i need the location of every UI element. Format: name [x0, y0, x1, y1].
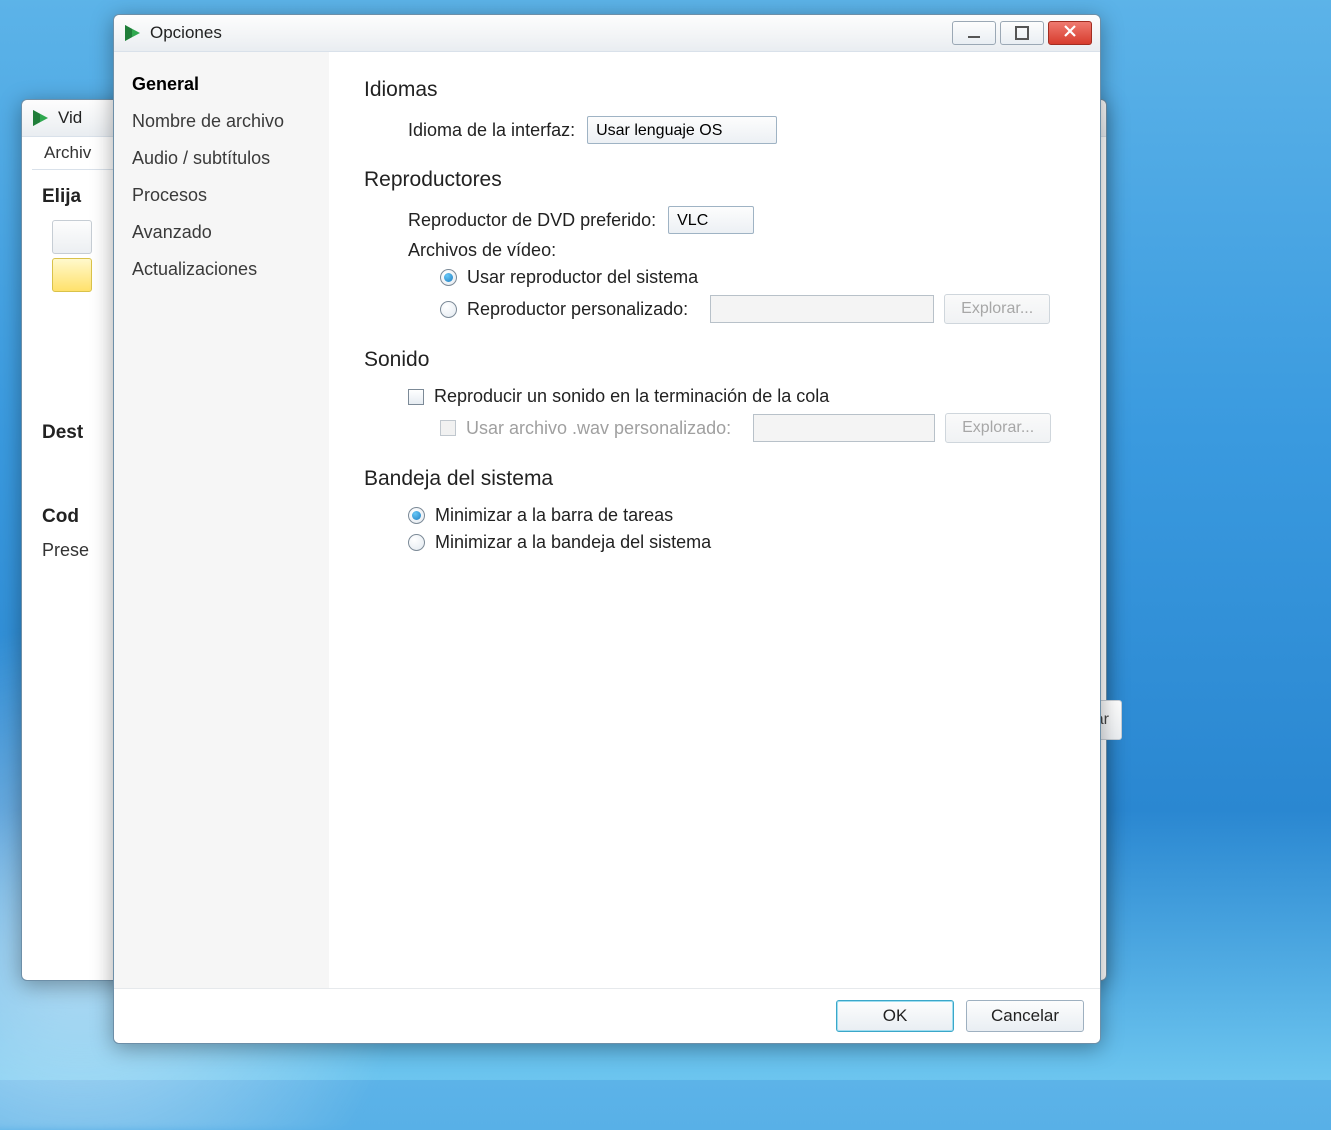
section-languages-title: Idiomas [364, 78, 1074, 102]
parent-button-2[interactable] [52, 258, 92, 292]
maximize-button[interactable] [1000, 21, 1044, 45]
options-title: Opciones [150, 23, 952, 43]
label-dvd-player: Reproductor de DVD preferido: [408, 210, 656, 231]
parent-button-1[interactable] [52, 220, 92, 254]
dvd-player-select[interactable]: VLC [668, 206, 754, 234]
options-dialog: Opciones General Nombre de archivo Audio… [113, 14, 1101, 1044]
minimize-button[interactable] [952, 21, 996, 45]
maximize-icon [1015, 26, 1029, 40]
sidebar-item-general[interactable]: General [114, 66, 329, 103]
sidebar-item-updates[interactable]: Actualizaciones [114, 251, 329, 288]
radio-system-player[interactable]: Usar reproductor del sistema [440, 267, 710, 288]
label-ui-language: Idioma de la interfaz: [408, 120, 575, 141]
options-content: Idiomas Idioma de la interfaz: Usar leng… [330, 52, 1100, 988]
close-button[interactable] [1048, 21, 1092, 45]
section-tray-title: Bandeja del sistema [364, 467, 1074, 491]
custom-wav-path-input[interactable] [753, 414, 935, 442]
checkbox-icon [440, 420, 456, 436]
close-icon [1064, 24, 1076, 42]
radio-custom-player[interactable]: Reproductor personalizado: [440, 299, 700, 320]
sidebar-item-audio[interactable]: Audio / subtítulos [114, 140, 329, 177]
sidebar-item-processes[interactable]: Procesos [114, 177, 329, 214]
radio-minimize-taskbar[interactable]: Minimizar a la barra de tareas [408, 505, 685, 526]
sidebar-item-filename[interactable]: Nombre de archivo [114, 103, 329, 140]
options-sidebar: General Nombre de archivo Audio / subtít… [114, 52, 330, 988]
sidebar-item-advanced[interactable]: Avanzado [114, 214, 329, 251]
checkbox-play-sound[interactable]: Reproducir un sonido en la terminación d… [408, 386, 841, 407]
ok-button[interactable]: OK [836, 1000, 954, 1032]
radio-minimize-tray[interactable]: Minimizar a la bandeja del sistema [408, 532, 723, 553]
checkbox-icon [408, 389, 424, 405]
custom-player-path-input[interactable] [710, 295, 934, 323]
options-titlebar: Opciones [114, 15, 1100, 52]
radio-icon [440, 269, 457, 286]
app-icon [122, 23, 142, 43]
cancel-button[interactable]: Cancelar [966, 1000, 1084, 1032]
dialog-footer: OK Cancelar [114, 988, 1100, 1043]
radio-icon [408, 507, 425, 524]
radio-icon [408, 534, 425, 551]
checkbox-custom-wav[interactable]: Usar archivo .wav personalizado: [440, 418, 743, 439]
section-players-title: Reproductores [364, 168, 1074, 192]
minimize-icon [968, 36, 980, 38]
radio-icon [440, 301, 457, 318]
browse-wav-button[interactable]: Explorar... [945, 413, 1051, 443]
browse-player-button[interactable]: Explorar... [944, 294, 1050, 324]
ui-language-select[interactable]: Usar lenguaje OS [587, 116, 777, 144]
section-sound-title: Sonido [364, 348, 1074, 372]
label-video-files: Archivos de vídeo: [408, 240, 1074, 261]
app-icon [30, 108, 50, 128]
